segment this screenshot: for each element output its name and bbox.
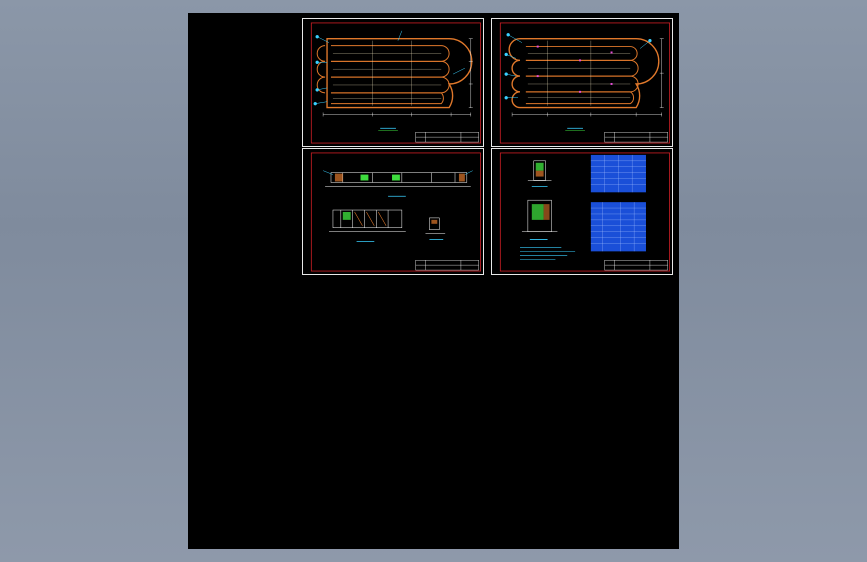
drawing-sheet-4[interactable] <box>491 148 673 275</box>
drawing-sheet-3[interactable] <box>302 148 484 275</box>
drawing-sheet-2[interactable] <box>491 18 673 147</box>
drawing-sheet-1[interactable] <box>302 18 484 147</box>
sheet-2-drawing <box>499 22 671 144</box>
drawing-viewport[interactable] <box>188 13 679 549</box>
sheet-4-drawing <box>499 152 670 272</box>
sheet-1-drawing <box>310 22 482 144</box>
sheet-3-drawing <box>310 152 481 272</box>
